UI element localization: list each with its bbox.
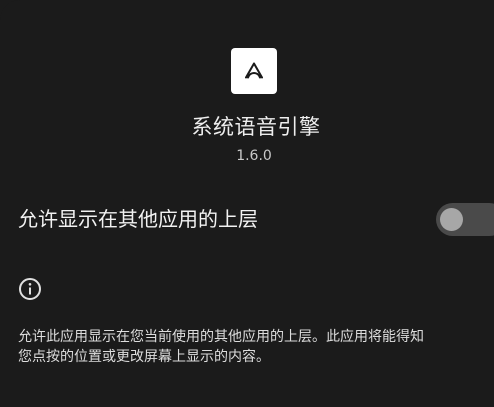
app-info-sheet: 系统语音引擎 1.6.0 允许显示在其他应用的上层 允许此应用显示在您当前使用的… — [0, 0, 494, 407]
description-line: 您点按的位置或更改屏幕上显示的内容。 — [18, 349, 270, 365]
permission-description: 允许此应用显示在您当前使用的其他应用的上层。此应用将能得知 您点按的位置或更改屏… — [18, 327, 494, 367]
app-logo-icon — [231, 48, 277, 94]
overlay-permission-toggle[interactable] — [436, 203, 494, 236]
info-icon — [18, 277, 42, 301]
toggle-thumb — [440, 208, 463, 231]
app-version: 1.6.0 — [236, 148, 272, 164]
app-name: 系统语音引擎 — [191, 115, 321, 139]
overlay-permission-label: 允许显示在其他应用的上层 — [18, 207, 258, 231]
description-line: 允许此应用显示在您当前使用的其他应用的上层。此应用将能得知 — [18, 329, 424, 345]
overlay-permission-row[interactable]: 允许显示在其他应用的上层 — [0, 196, 494, 244]
